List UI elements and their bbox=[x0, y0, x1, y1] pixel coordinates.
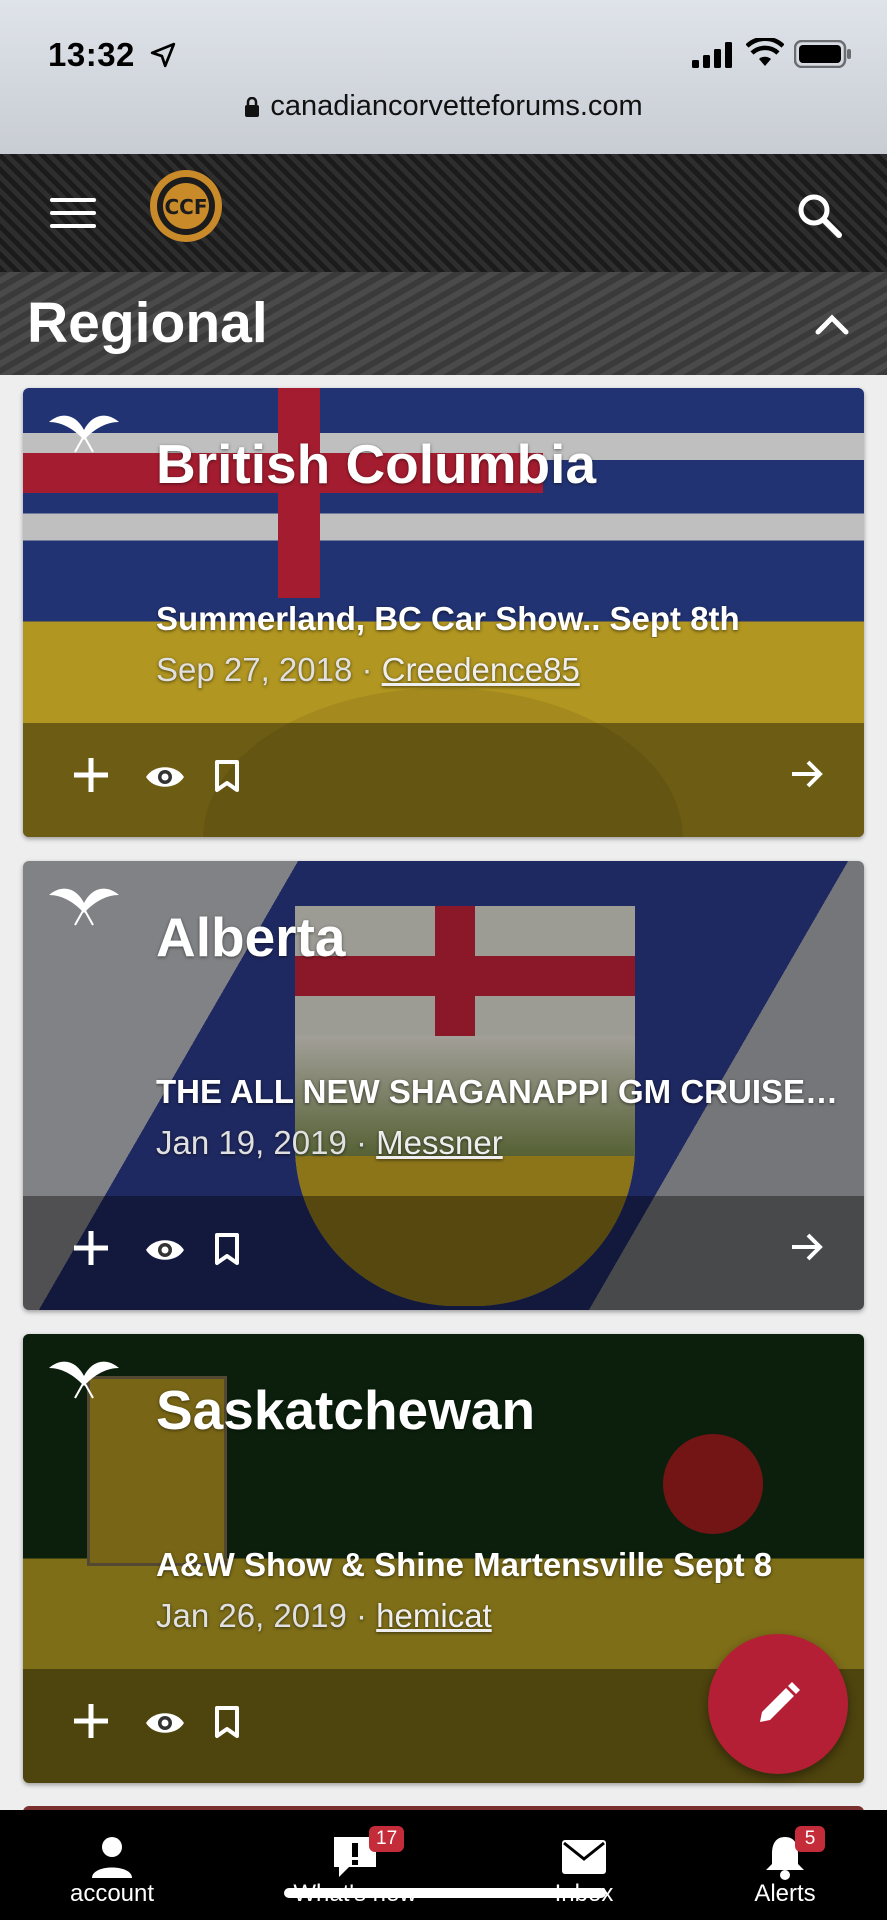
thread-author[interactable]: hemicat bbox=[376, 1597, 492, 1634]
corvette-flags-icon bbox=[49, 888, 119, 926]
tab-label: Alerts bbox=[754, 1880, 816, 1907]
signal-icon bbox=[692, 42, 732, 68]
chevron-up-icon[interactable] bbox=[812, 308, 852, 338]
latest-thread-title[interactable]: THE ALL NEW SHAGANAPPI GM CRUISE NIGHT bbox=[156, 1073, 846, 1111]
svg-text:CCF: CCF bbox=[164, 195, 207, 219]
latest-thread-title[interactable]: Summerland, BC Car Show.. Sept 8th bbox=[156, 600, 846, 638]
latest-thread-meta: Sep 27, 2018 · Creedence85 bbox=[156, 651, 580, 688]
home-indicator bbox=[284, 1888, 606, 1898]
plus-icon[interactable] bbox=[71, 755, 111, 795]
notification-badge: 5 bbox=[795, 1826, 825, 1852]
thread-date: Jan 26, 2019 bbox=[156, 1597, 347, 1634]
location-arrow-icon bbox=[150, 42, 176, 68]
pencil-icon bbox=[760, 1682, 800, 1722]
corvette-flags-icon bbox=[49, 1361, 119, 1399]
hamburger-menu-icon[interactable] bbox=[50, 198, 96, 230]
forum-title[interactable]: Saskatchewan bbox=[156, 1378, 535, 1442]
notification-badge: 17 bbox=[369, 1826, 405, 1852]
new-post-button[interactable] bbox=[708, 1634, 848, 1774]
lock-icon bbox=[245, 97, 260, 117]
tab-label: account bbox=[69, 1880, 155, 1907]
tab-inbox[interactable]: Inbox bbox=[504, 1810, 664, 1920]
plus-icon[interactable] bbox=[71, 1228, 111, 1268]
inbox-icon bbox=[562, 1840, 606, 1874]
thread-date: Jan 19, 2019 bbox=[156, 1124, 347, 1161]
latest-thread-meta: Jan 26, 2019 · hemicat bbox=[156, 1597, 492, 1634]
latest-thread-title[interactable]: A&W Show & Shine Martensville Sept 8 bbox=[156, 1546, 846, 1584]
thread-author[interactable]: Messner bbox=[376, 1124, 503, 1161]
bookmark-icon[interactable] bbox=[214, 1705, 240, 1739]
section-title: Regional bbox=[27, 291, 268, 355]
latest-thread-meta: Jan 19, 2019 · Messner bbox=[156, 1124, 503, 1161]
tab-whats-new[interactable]: 17 What's new bbox=[275, 1810, 435, 1920]
forum-title[interactable]: British Columbia bbox=[156, 432, 596, 496]
section-header[interactable]: Regional bbox=[0, 272, 887, 375]
thread-author[interactable]: Creedence85 bbox=[382, 651, 580, 688]
tab-alerts[interactable]: 5 Alerts bbox=[705, 1810, 865, 1920]
eye-icon[interactable] bbox=[144, 1235, 186, 1265]
forum-card-alberta[interactable]: Alberta THE ALL NEW SHAGANAPPI GM CRUISE… bbox=[23, 861, 864, 1310]
battery-icon bbox=[794, 40, 851, 68]
site-logo[interactable]: CCF bbox=[148, 168, 224, 244]
eye-icon[interactable] bbox=[144, 762, 186, 792]
url-text: canadiancorvetteforums.com bbox=[270, 90, 643, 122]
bookmark-icon[interactable] bbox=[214, 759, 240, 793]
search-icon[interactable] bbox=[796, 192, 842, 238]
tab-account[interactable]: account bbox=[32, 1810, 192, 1920]
status-bar: 13:32 canadiancorvetteforums.com bbox=[0, 0, 887, 154]
wifi-icon bbox=[746, 38, 784, 66]
forum-card-british-columbia[interactable]: British Columbia Summerland, BC Car Show… bbox=[23, 388, 864, 837]
arrow-right-icon[interactable] bbox=[789, 758, 825, 790]
account-icon bbox=[92, 1837, 132, 1878]
address-bar[interactable]: canadiancorvetteforums.com bbox=[0, 90, 887, 123]
bookmark-icon[interactable] bbox=[214, 1232, 240, 1266]
site-header: CCF bbox=[0, 154, 887, 272]
arrow-right-icon[interactable] bbox=[789, 1231, 825, 1263]
bottom-tab-bar: account 17 What's new Inbox 5 Alerts bbox=[0, 1810, 887, 1920]
forum-title[interactable]: Alberta bbox=[156, 905, 346, 969]
clock: 13:32 bbox=[48, 36, 135, 73]
corvette-flags-icon bbox=[49, 415, 119, 453]
eye-icon[interactable] bbox=[144, 1708, 186, 1738]
thread-date: Sep 27, 2018 bbox=[156, 651, 353, 688]
plus-icon[interactable] bbox=[71, 1701, 111, 1741]
